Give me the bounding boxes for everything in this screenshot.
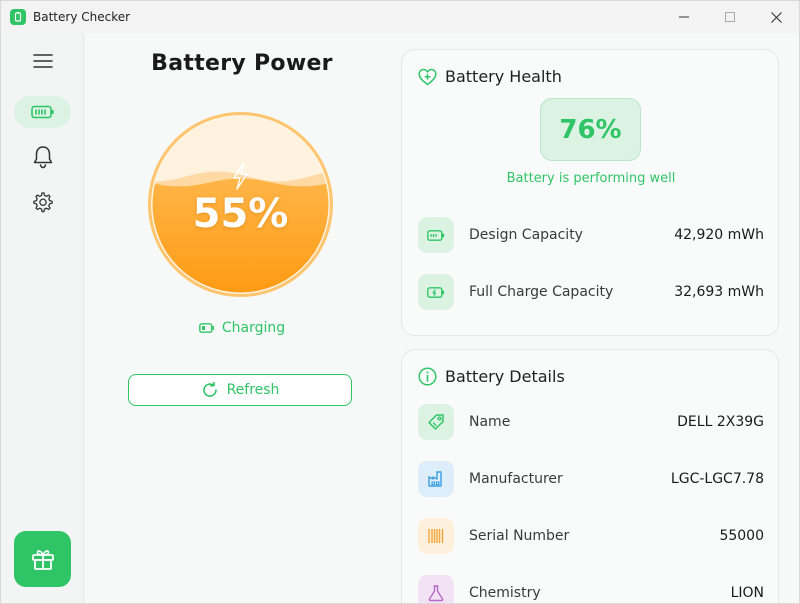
- sidebar: [1, 33, 84, 603]
- battery-icon: [30, 105, 54, 119]
- full-charge-capacity-row: Full Charge Capacity 32,693 mWh: [418, 273, 764, 311]
- detail-name-label: Name: [469, 414, 511, 430]
- detail-chemistry-value: LION: [730, 585, 764, 601]
- barcode-icon: [418, 518, 454, 554]
- refresh-icon: [202, 381, 217, 397]
- design-capacity-label: Design Capacity: [469, 227, 583, 243]
- refresh-button[interactable]: Refresh: [128, 374, 352, 406]
- sidebar-item-notifications[interactable]: [14, 141, 71, 173]
- gift-button[interactable]: [14, 531, 71, 587]
- bell-icon: [33, 146, 52, 169]
- sidebar-item-battery[interactable]: [14, 96, 71, 128]
- detail-name-value: DELL 2X39G: [677, 414, 764, 430]
- battery-details-title: Battery Details: [445, 367, 565, 386]
- heart-plus-icon: [418, 68, 437, 85]
- app-title: Battery Checker: [33, 10, 131, 24]
- battery-details-header: Battery Details: [418, 367, 565, 386]
- app-logo-icon: [10, 9, 26, 25]
- sidebar-item-settings[interactable]: [14, 186, 71, 218]
- app-window: Battery Checker Battery Power 55% Chargi…: [0, 0, 800, 604]
- detail-manufacturer-value: LGC-LGC7.78: [670, 471, 764, 487]
- detail-chemistry-label: Chemistry: [469, 585, 541, 601]
- gift-icon: [31, 550, 54, 570]
- detail-serial-label: Serial Number: [469, 528, 570, 544]
- detail-row-serial: Serial Number 55000: [418, 517, 764, 555]
- tag-icon: [418, 404, 454, 440]
- battery-icon: [418, 217, 454, 253]
- design-capacity-value: 42,920 mWh: [674, 227, 764, 243]
- maximize-button[interactable]: [707, 1, 753, 33]
- charging-status: Charging: [84, 320, 400, 336]
- detail-row-manufacturer: Manufacturer LGC-LGC7.78: [418, 460, 764, 498]
- battery-details-card: Battery Details Name DELL 2X39G Manufact…: [401, 349, 779, 603]
- refresh-label: Refresh: [226, 382, 280, 398]
- design-capacity-row: Design Capacity 42,920 mWh: [418, 216, 764, 254]
- battery-charging-icon: [198, 323, 214, 333]
- hamburger-icon: [32, 54, 53, 68]
- close-button[interactable]: [753, 1, 799, 33]
- maximize-icon: [725, 12, 735, 22]
- detail-serial-value: 55000: [719, 528, 764, 544]
- minimize-icon: [679, 16, 689, 18]
- battery-health-title: Battery Health: [445, 67, 562, 86]
- charging-label: Charging: [221, 320, 286, 336]
- battery-percentage: 55%: [192, 191, 289, 237]
- minimize-button[interactable]: [661, 1, 707, 33]
- page-title: Battery Power: [151, 51, 333, 76]
- flask-icon: [418, 575, 454, 603]
- info-icon: [418, 367, 437, 386]
- health-message: Battery is performing well: [506, 171, 676, 186]
- detail-row-name: Name DELL 2X39G: [418, 403, 764, 441]
- close-icon: [770, 11, 782, 23]
- detail-manufacturer-label: Manufacturer: [469, 471, 563, 487]
- battery-health-card: Battery Health 76% Battery is performing…: [401, 49, 779, 336]
- factory-icon: [418, 461, 454, 497]
- window-controls: [661, 1, 799, 33]
- gear-icon: [32, 192, 53, 213]
- full-charge-capacity-label: Full Charge Capacity: [469, 284, 614, 300]
- battery-health-header: Battery Health: [418, 67, 562, 86]
- health-percentage: 76%: [540, 98, 641, 161]
- menu-button[interactable]: [14, 45, 71, 77]
- full-charge-capacity-value: 32,693 mWh: [674, 284, 764, 300]
- battery-charge-icon: [418, 274, 454, 310]
- title-bar: Battery Checker: [1, 1, 799, 33]
- battery-power-panel: Battery Power 55% Charging Refresh: [84, 33, 400, 603]
- detail-row-chemistry: Chemistry LION: [418, 574, 764, 603]
